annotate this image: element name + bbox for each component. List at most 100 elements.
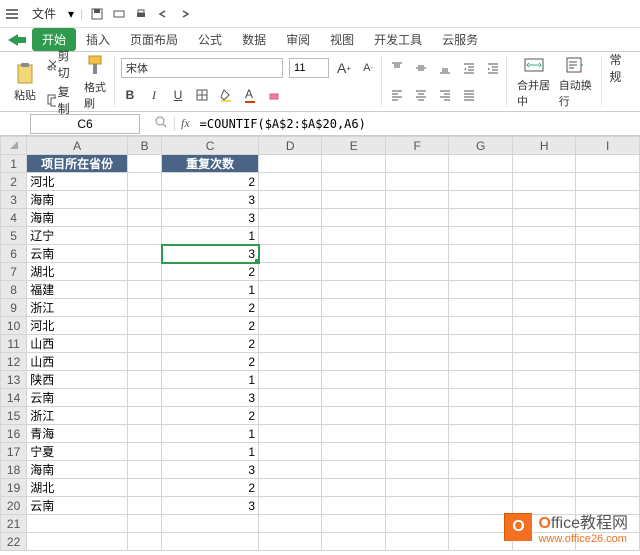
cell[interactable] [449, 533, 512, 551]
cell[interactable]: 陕西 [27, 371, 128, 389]
cell[interactable] [127, 353, 161, 371]
align-left-icon[interactable] [388, 86, 406, 104]
cell[interactable] [127, 191, 161, 209]
decrease-indent-icon[interactable] [460, 59, 478, 77]
cell[interactable] [259, 389, 322, 407]
cell[interactable] [576, 407, 640, 425]
cell[interactable] [322, 317, 385, 335]
cell[interactable] [449, 461, 512, 479]
cell[interactable] [576, 371, 640, 389]
cell[interactable]: 3 [162, 209, 259, 227]
cell[interactable] [322, 227, 385, 245]
fill-color-button[interactable] [217, 86, 235, 104]
cell[interactable] [576, 173, 640, 191]
tab-layout[interactable]: 页面布局 [120, 28, 188, 51]
cell[interactable] [385, 371, 448, 389]
cell[interactable] [576, 353, 640, 371]
cell[interactable]: 2 [162, 173, 259, 191]
cell[interactable] [512, 425, 575, 443]
cell[interactable] [127, 281, 161, 299]
cell[interactable] [576, 389, 640, 407]
cell[interactable] [322, 389, 385, 407]
cell[interactable] [127, 407, 161, 425]
cell[interactable] [322, 209, 385, 227]
decrease-font-icon[interactable]: A- [359, 59, 377, 77]
row-header[interactable]: 1 [1, 155, 27, 173]
cell[interactable] [322, 281, 385, 299]
cell[interactable] [385, 317, 448, 335]
row-header[interactable]: 19 [1, 479, 27, 497]
cell[interactable] [322, 425, 385, 443]
cell[interactable] [449, 209, 512, 227]
cell[interactable] [576, 335, 640, 353]
cell[interactable] [322, 299, 385, 317]
cell[interactable]: 重复次数 [162, 155, 259, 173]
cell[interactable] [512, 407, 575, 425]
cell[interactable]: 1 [162, 281, 259, 299]
cell[interactable]: 2 [162, 317, 259, 335]
cell[interactable] [385, 335, 448, 353]
insert-function-icon[interactable] [148, 115, 174, 132]
cell[interactable] [322, 479, 385, 497]
font-color-button[interactable]: A [241, 86, 259, 104]
cell[interactable] [449, 443, 512, 461]
cell[interactable] [127, 209, 161, 227]
cell[interactable]: 山西 [27, 353, 128, 371]
cell[interactable]: 2 [162, 335, 259, 353]
formula-input[interactable] [196, 114, 640, 134]
cell[interactable]: 2 [162, 263, 259, 281]
cell[interactable] [127, 245, 161, 263]
cell[interactable]: 山西 [27, 335, 128, 353]
cell[interactable] [127, 263, 161, 281]
number-format-select[interactable]: 常规 [608, 51, 630, 85]
cell[interactable]: 浙江 [27, 299, 128, 317]
cell[interactable] [127, 533, 161, 551]
cell[interactable] [449, 245, 512, 263]
row-header[interactable]: 8 [1, 281, 27, 299]
cell[interactable] [322, 515, 385, 533]
cell[interactable]: 1 [162, 227, 259, 245]
cell[interactable] [385, 407, 448, 425]
select-all-corner[interactable] [1, 137, 27, 155]
align-bottom-icon[interactable] [436, 59, 454, 77]
cell[interactable] [322, 245, 385, 263]
tab-developer[interactable]: 开发工具 [364, 28, 432, 51]
cell[interactable] [259, 155, 322, 173]
cell[interactable] [259, 443, 322, 461]
col-header[interactable]: I [576, 137, 640, 155]
row-header[interactable]: 17 [1, 443, 27, 461]
cell[interactable] [576, 227, 640, 245]
clear-format-button[interactable] [265, 86, 283, 104]
cell[interactable] [385, 299, 448, 317]
cell[interactable]: 浙江 [27, 407, 128, 425]
cell[interactable] [385, 497, 448, 515]
cell[interactable] [512, 479, 575, 497]
align-center-icon[interactable] [412, 86, 430, 104]
tab-cloud[interactable]: 云服务 [432, 28, 488, 51]
underline-button[interactable]: U [169, 86, 187, 104]
cell[interactable] [449, 407, 512, 425]
cell[interactable] [127, 227, 161, 245]
cell[interactable] [449, 353, 512, 371]
col-header[interactable]: B [127, 137, 161, 155]
cell[interactable] [576, 155, 640, 173]
cell[interactable] [259, 227, 322, 245]
cell[interactable] [385, 173, 448, 191]
cell[interactable]: 云南 [27, 245, 128, 263]
cell[interactable]: 海南 [27, 191, 128, 209]
cell[interactable] [512, 443, 575, 461]
cell[interactable] [259, 245, 322, 263]
align-right-icon[interactable] [436, 86, 454, 104]
cell[interactable]: 海南 [27, 461, 128, 479]
tab-insert[interactable]: 插入 [76, 28, 120, 51]
cell[interactable] [449, 479, 512, 497]
cell[interactable]: 2 [162, 353, 259, 371]
cell[interactable] [259, 191, 322, 209]
save-icon[interactable] [89, 6, 105, 22]
cell[interactable] [449, 281, 512, 299]
cell[interactable] [127, 335, 161, 353]
cell[interactable]: 2 [162, 299, 259, 317]
cell[interactable] [512, 155, 575, 173]
row-header[interactable]: 12 [1, 353, 27, 371]
cell[interactable]: 河北 [27, 317, 128, 335]
